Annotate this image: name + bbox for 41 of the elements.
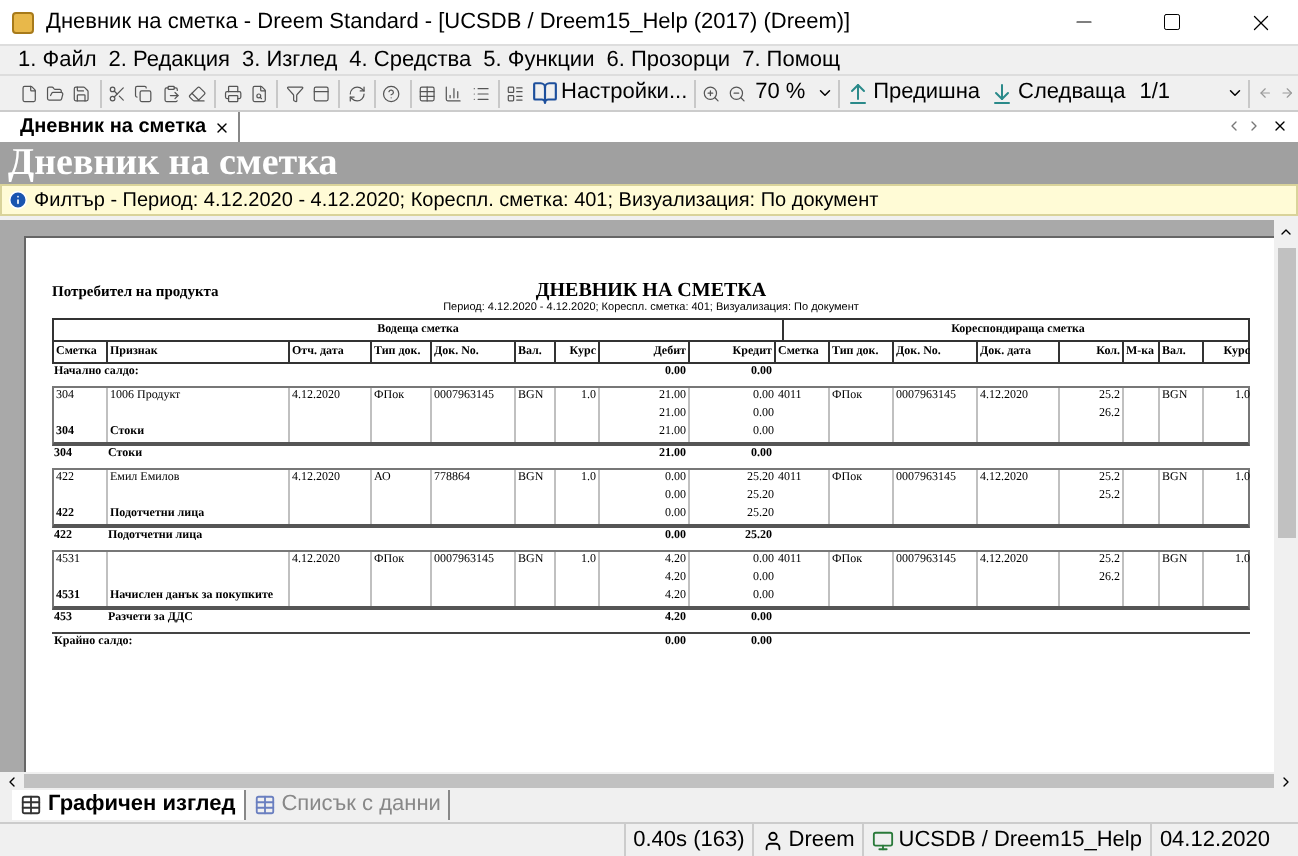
menu-item[interactable]: 4. Средства — [349, 47, 472, 73]
computer-icon — [872, 829, 895, 851]
page-down-icon — [990, 81, 1015, 105]
filter-text: Филтър - Период: 4.12.2020 - 4.12.2020; Кореспл. сметка: 401; Визуализация: По документ — [34, 187, 879, 215]
page-up-icon — [845, 81, 870, 105]
menu-item[interactable]: 5. Функции — [483, 47, 595, 73]
next-button[interactable]: Следваща — [988, 76, 1128, 110]
scroll-left-icon[interactable] — [4, 773, 20, 789]
user-icon — [762, 829, 785, 851]
zoom-dropdown[interactable]: 70 % — [755, 78, 834, 108]
menu-item[interactable]: 7. Помощ — [742, 47, 841, 73]
app-icon — [12, 11, 34, 33]
status-text: UCSDB / Dreem15_Help — [898, 825, 1142, 856]
scroll-up-icon[interactable] — [1278, 224, 1294, 240]
maximize-icon[interactable] — [1162, 12, 1182, 32]
menu-item[interactable]: 3. Изглед — [242, 47, 338, 73]
scroll-right-icon[interactable] — [1278, 773, 1294, 789]
view-tab[interactable]: Графичен изглед — [12, 790, 246, 820]
menu-item[interactable]: 1. Файл — [18, 47, 97, 73]
info-icon — [8, 190, 28, 210]
table-icon — [20, 794, 42, 816]
caret-icon — [1226, 84, 1245, 102]
vertical-scrollbar[interactable] — [1274, 220, 1298, 772]
scrollbar-thumb[interactable] — [24, 774, 1274, 788]
page-dropdown[interactable]: 1/1 — [1139, 78, 1245, 108]
previous-button[interactable]: Предишна — [843, 76, 983, 110]
report-title: ДНЕВНИК НА СМЕТКА — [535, 280, 767, 303]
status-text: 0.40s (163) — [633, 825, 745, 856]
menu-item[interactable]: 2. Редакция — [108, 47, 230, 73]
book-icon — [531, 80, 558, 106]
table-icon — [253, 794, 276, 816]
caret-icon — [815, 84, 834, 102]
status-text: 04.12.2020 — [1159, 825, 1270, 856]
close-icon[interactable] — [214, 119, 231, 135]
window-title: Дневник на сметка - Dreem Standard - [UCSDB / Dreem15_Help (2017) (Dreem)] — [46, 7, 851, 38]
status-text: Dreem — [788, 825, 855, 856]
menu-item[interactable]: 6. Прозорци — [606, 47, 731, 73]
page-title: Дневник на сметка — [8, 143, 338, 183]
close-icon[interactable] — [1272, 118, 1288, 134]
scrollbar-thumb[interactable] — [1277, 248, 1295, 538]
settings-button[interactable]: Настройки... — [529, 76, 690, 110]
